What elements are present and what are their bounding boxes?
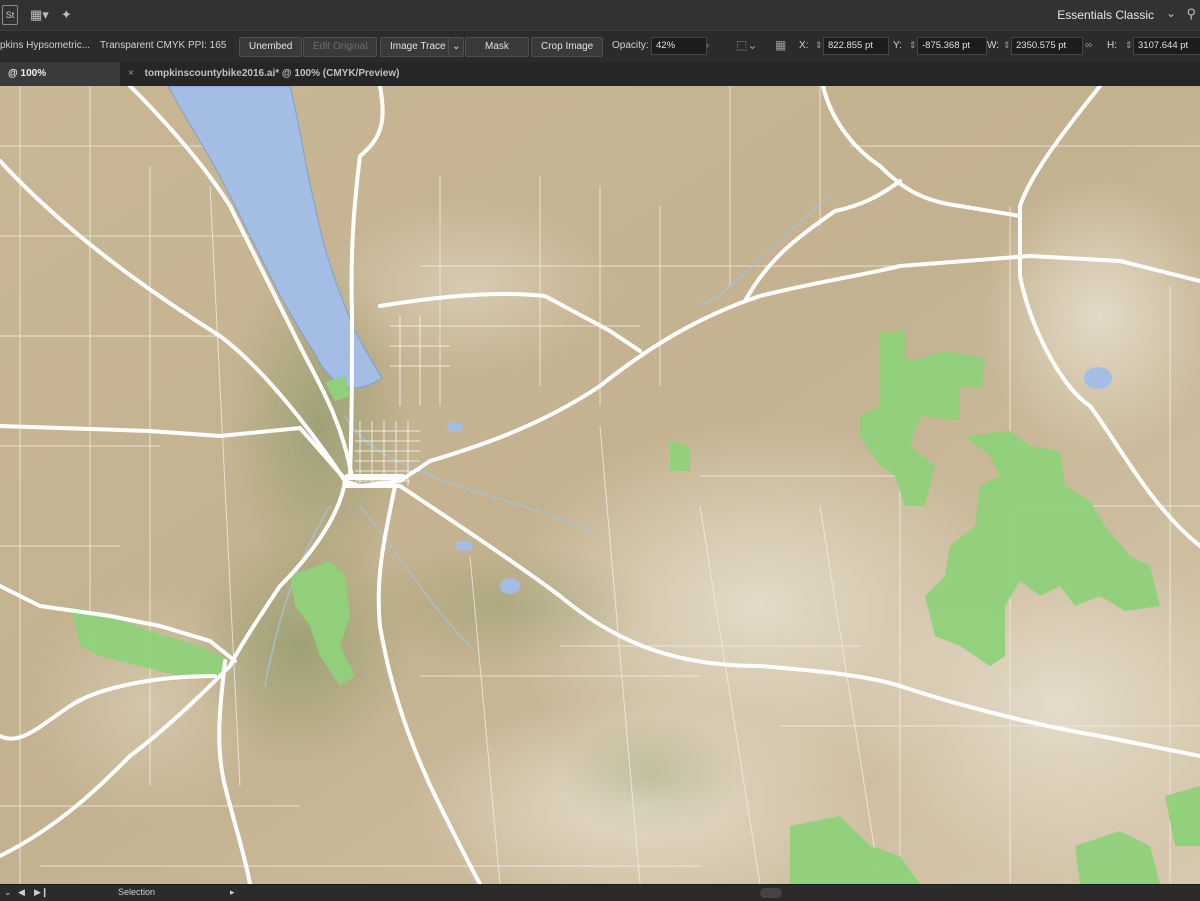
- w-label: W:: [987, 40, 1000, 51]
- color-mode-label: Transparent CMYK: [100, 40, 186, 51]
- current-tool-label: Selection: [118, 887, 156, 897]
- stock-logo[interactable]: St: [2, 5, 18, 25]
- y-label: Y:: [893, 40, 902, 51]
- x-label: X:: [799, 40, 809, 51]
- tab-hypsometric[interactable]: @ 100% (CMYK/Preview): [0, 62, 120, 103]
- unembed-button[interactable]: Unembed: [239, 37, 303, 57]
- h-label: H:: [1107, 40, 1117, 51]
- crop-image-button[interactable]: Crop Image: [531, 37, 604, 57]
- reference-point-icon[interactable]: ▦: [775, 38, 786, 52]
- mask-button[interactable]: Mask: [465, 37, 529, 57]
- application-bar: St ▦▾ ✦ Essentials Classic ⌄ ⚲: [0, 0, 1200, 30]
- rocket-icon[interactable]: ✦: [61, 7, 72, 23]
- x-field[interactable]: 822.855 pt: [823, 37, 889, 55]
- image-trace-button[interactable]: Image Trace: [380, 37, 456, 57]
- grid-layout-icon[interactable]: ▦▾: [30, 7, 49, 23]
- opacity-label: Opacity:: [612, 40, 649, 51]
- h-stepper-icon[interactable]: ⇕: [1125, 40, 1133, 51]
- tab-tompkinscountybike2016[interactable]: × tompkinscountybike2016.ai* @ 100% (CMY…: [120, 62, 407, 86]
- tab-label: tompkinscountybike2016.ai* @ 100% (CMYK/…: [144, 68, 400, 79]
- y-field[interactable]: -875.368 pt: [917, 37, 987, 55]
- chevron-right-icon[interactable]: ▸: [230, 887, 235, 898]
- link-icon[interactable]: ∞: [1085, 40, 1092, 51]
- align-icon[interactable]: ⬚⌄: [736, 38, 757, 52]
- w-stepper-icon[interactable]: ⇕: [1003, 40, 1011, 51]
- document-tab-bar: @ 100% (CMYK/Preview) × tompkinscountybi…: [0, 62, 1200, 103]
- workspace-switcher[interactable]: Essentials Classic: [1057, 8, 1154, 22]
- edit-original-button[interactable]: Edit Original: [303, 37, 378, 57]
- control-panel: pkins Hypsometric... Transparent CMYK PP…: [0, 30, 1200, 64]
- y-stepper-icon[interactable]: ⇕: [909, 40, 917, 51]
- chevron-down-icon[interactable]: ⌄: [1166, 6, 1176, 20]
- w-field[interactable]: 2350.575 pt: [1011, 37, 1083, 55]
- search-icon[interactable]: ⚲: [1186, 6, 1196, 22]
- zoom-chevron-icon[interactable]: ⌄: [4, 887, 12, 898]
- close-icon[interactable]: ×: [128, 68, 134, 79]
- artboard-canvas[interactable]: [0, 86, 1200, 884]
- horizontal-scrollbar-thumb[interactable]: [760, 888, 782, 898]
- last-artboard-icon[interactable]: ▶❙: [34, 887, 48, 898]
- x-stepper-icon[interactable]: ⇕: [815, 40, 823, 51]
- image-trace-dropdown[interactable]: ⌄: [448, 37, 465, 57]
- h-field[interactable]: 3107.644 pt: [1133, 37, 1200, 55]
- ppi-label: PPI: 165: [188, 40, 227, 51]
- selection-name[interactable]: pkins Hypsometric...: [0, 40, 90, 51]
- opacity-field[interactable]: 42%: [651, 37, 707, 55]
- first-artboard-icon[interactable]: ◀: [18, 887, 25, 898]
- status-bar: ⌄ ◀ ▶❙ Selection ▸: [0, 884, 1200, 901]
- map-artwork: [0, 86, 1200, 884]
- chevron-right-icon[interactable]: ›: [706, 40, 709, 50]
